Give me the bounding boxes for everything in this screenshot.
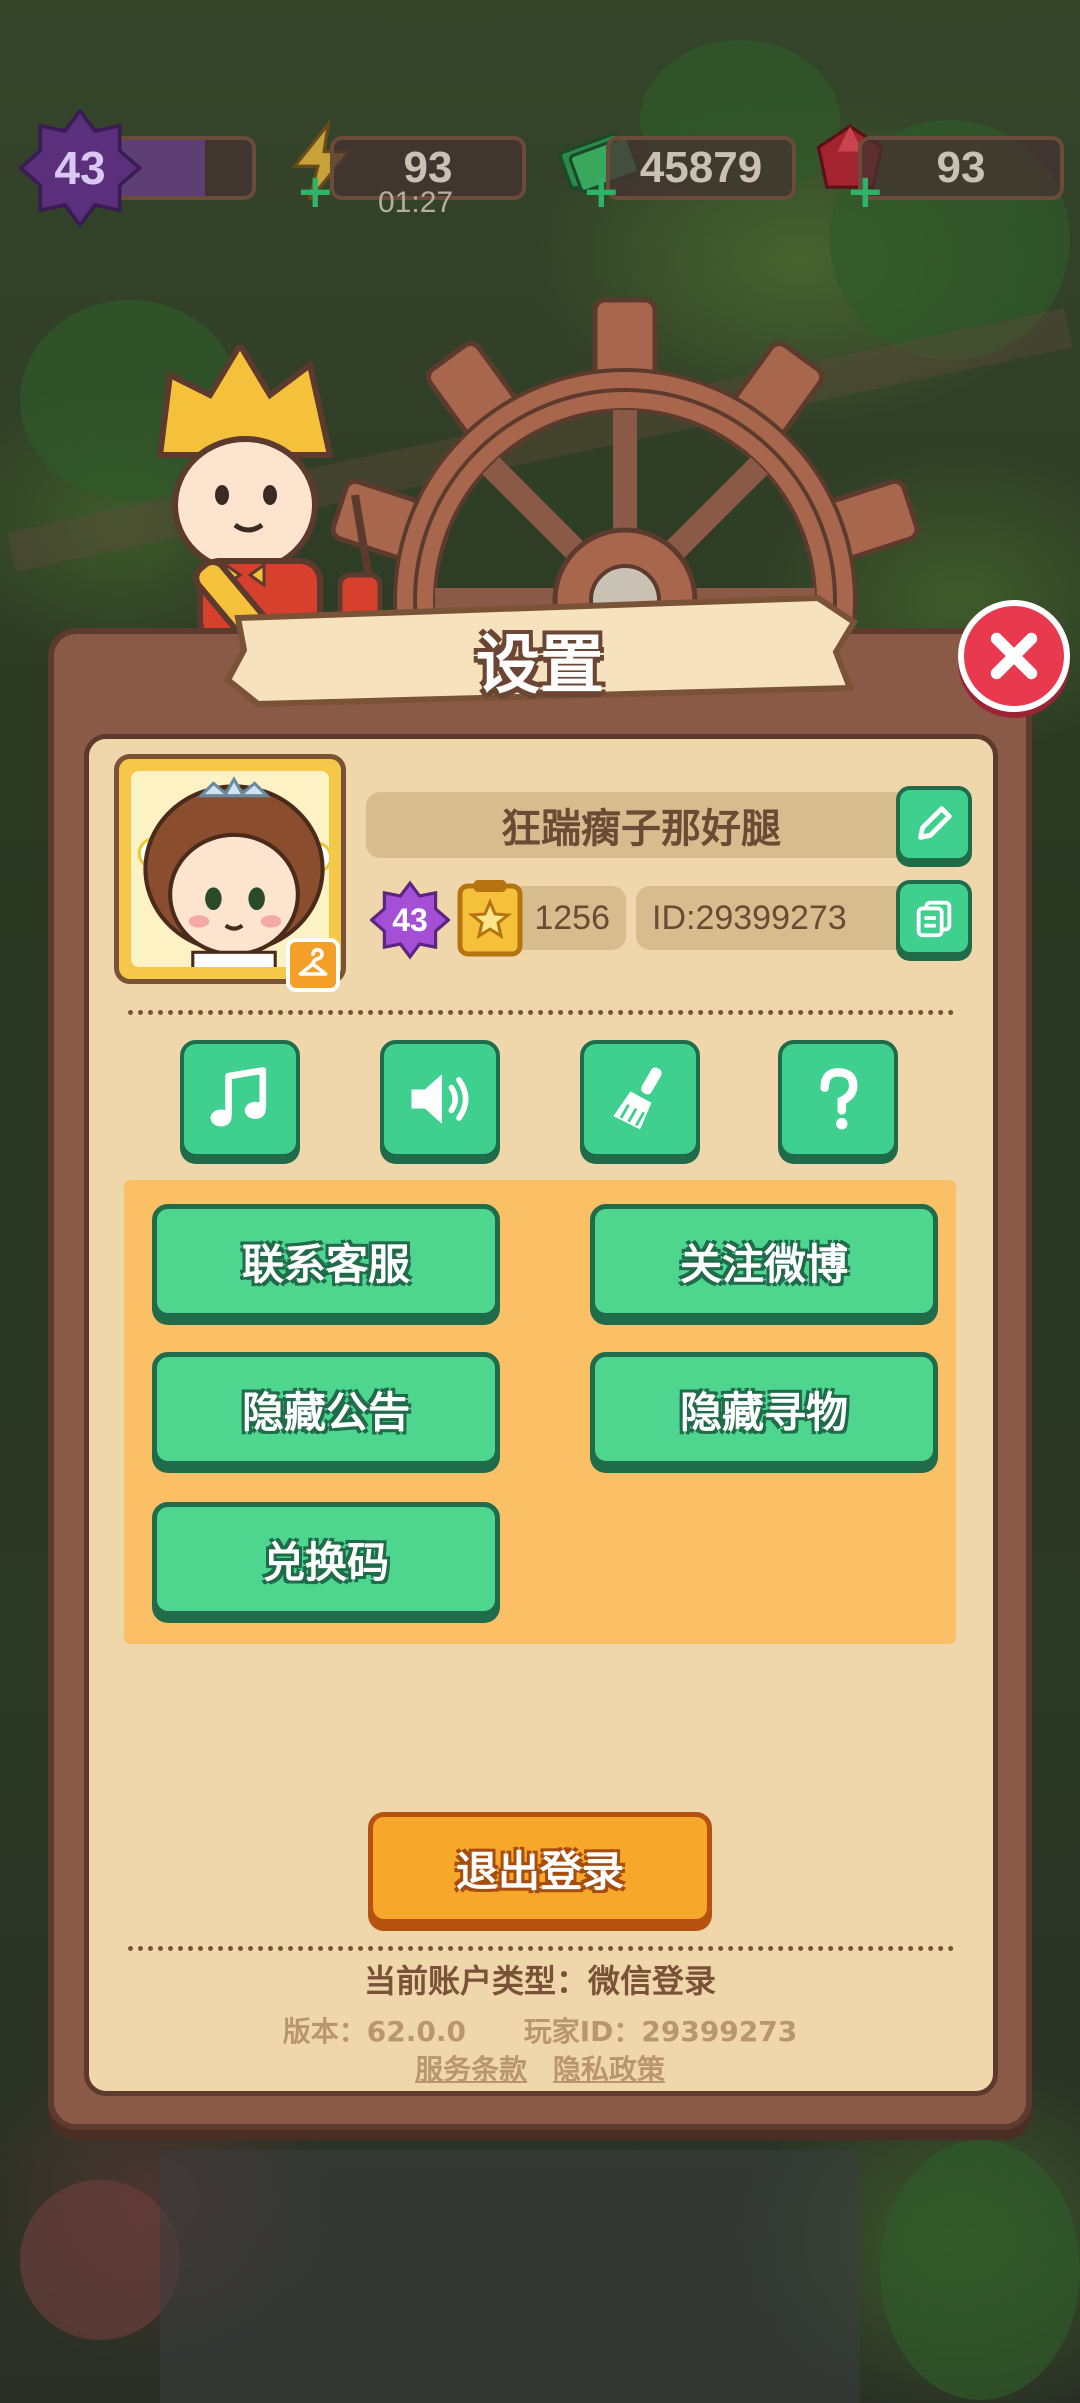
player-name: 狂踹瘸子那好腿 bbox=[501, 806, 781, 852]
pencil-icon bbox=[918, 806, 952, 840]
title-banner bbox=[218, 592, 864, 712]
close-button[interactable] bbox=[958, 600, 1070, 712]
profile-level-text: 43 bbox=[392, 901, 428, 938]
hide-notice-button[interactable]: 隐藏公告 bbox=[152, 1352, 500, 1466]
clear-cache-button[interactable] bbox=[580, 1040, 700, 1158]
player-level-text: 43 bbox=[54, 142, 106, 194]
music-toggle-button[interactable] bbox=[180, 1040, 300, 1158]
version-info: 版本：62.0.0 玩家ID：29399273 bbox=[0, 2010, 1080, 2050]
add-energy-button[interactable]: + bbox=[296, 164, 335, 218]
legal-links: 服务条款 隐私政策 bbox=[0, 2048, 1080, 2088]
broom-icon bbox=[613, 1067, 662, 1130]
player-id-footer: 玩家ID：29399273 bbox=[523, 2015, 798, 2048]
account-type-label: 当前账户类型：微信登录 bbox=[363, 1962, 716, 2000]
medal-count: 1256 bbox=[534, 898, 610, 937]
player-name-field: 狂踹瘸子那好腿 bbox=[366, 792, 916, 858]
player-id-pill: ID:29399273 bbox=[636, 886, 916, 950]
help-icon bbox=[820, 1068, 858, 1130]
contact-support-button[interactable]: 联系客服 bbox=[152, 1204, 500, 1318]
close-icon bbox=[990, 632, 1038, 680]
version-text: 版本：62.0.0 bbox=[282, 2015, 466, 2048]
sound-toggle-button[interactable] bbox=[380, 1040, 500, 1158]
copy-icon bbox=[916, 900, 952, 938]
speaker-icon bbox=[411, 1074, 469, 1124]
cash-counter[interactable]: 45879 bbox=[606, 136, 796, 200]
redeem-code-button[interactable]: 兑换码 bbox=[152, 1502, 500, 1616]
gems-value: 93 bbox=[936, 143, 986, 192]
divider bbox=[128, 1946, 954, 1951]
hide-search-button[interactable]: 隐藏寻物 bbox=[590, 1352, 938, 1466]
follow-weibo-button[interactable]: 关注微博 bbox=[590, 1204, 938, 1318]
medal-card-icon bbox=[456, 876, 524, 958]
change-outfit-button[interactable] bbox=[286, 938, 340, 992]
player-level-badge[interactable]: 43 bbox=[17, 106, 143, 230]
gems-counter[interactable]: 93 bbox=[858, 136, 1064, 200]
terms-of-service-link[interactable]: 服务条款 bbox=[415, 2053, 527, 2086]
add-gems-button[interactable]: + bbox=[846, 164, 885, 218]
copy-id-button[interactable] bbox=[896, 880, 972, 956]
help-button[interactable] bbox=[778, 1040, 898, 1158]
add-cash-button[interactable]: + bbox=[582, 164, 621, 218]
music-icon bbox=[210, 1067, 267, 1127]
player-id-text: ID:29399273 bbox=[652, 898, 847, 937]
privacy-policy-link[interactable]: 隐私政策 bbox=[553, 2053, 665, 2086]
logout-button[interactable]: 退出登录 bbox=[368, 1812, 712, 1924]
edit-name-button[interactable] bbox=[896, 786, 972, 862]
energy-timer: 01:27 bbox=[378, 186, 454, 219]
cash-value: 45879 bbox=[639, 143, 763, 192]
divider bbox=[128, 1010, 954, 1015]
hanger-icon bbox=[298, 947, 328, 976]
profile-level-badge: 43 bbox=[369, 880, 451, 960]
